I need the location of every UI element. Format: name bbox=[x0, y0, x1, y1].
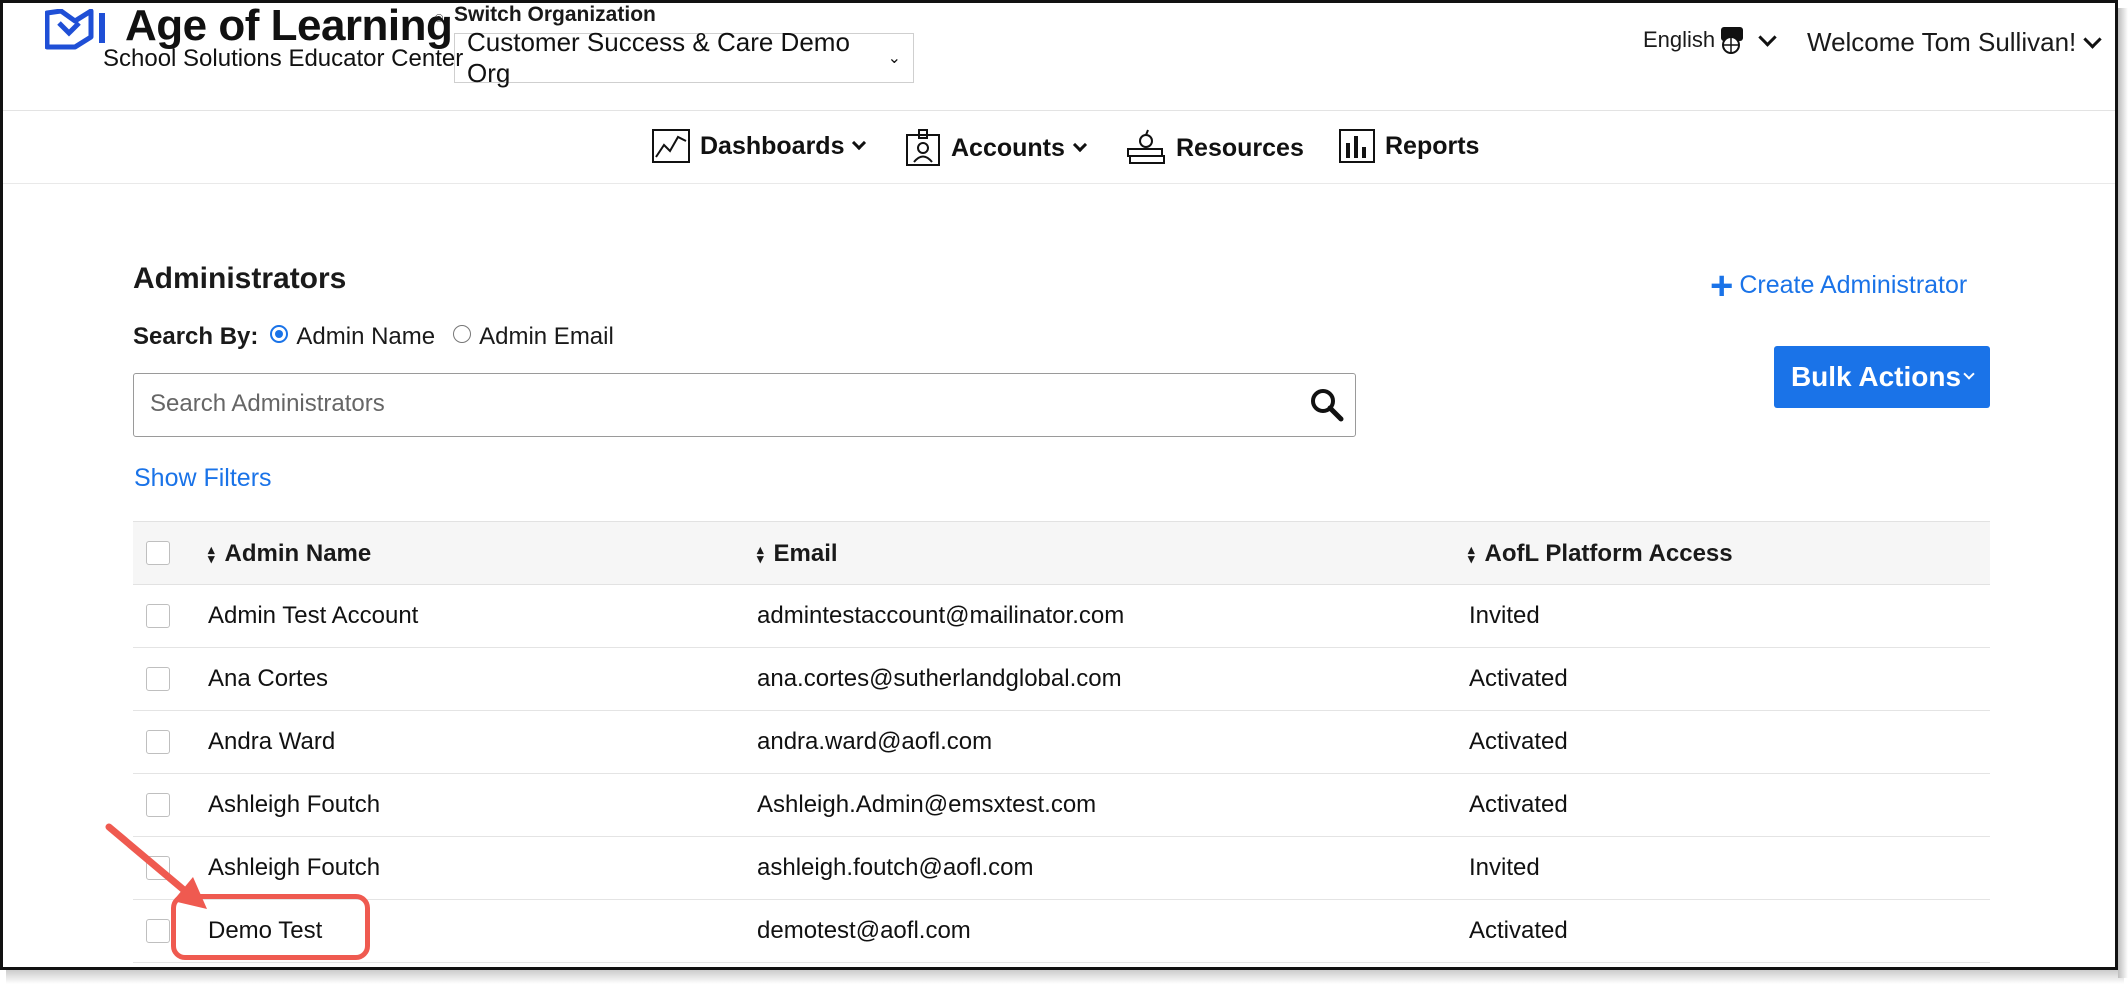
access-cell: Activated bbox=[1469, 665, 1568, 692]
admin-name-cell[interactable]: Admin Test Account bbox=[208, 602, 418, 630]
table-row[interactable]: Ana Cortes ana.cortes@sutherlandglobal.c… bbox=[133, 648, 1990, 711]
chevron-down-icon bbox=[1072, 137, 1087, 153]
access-cell: Invited bbox=[1469, 854, 1540, 881]
search-by-options: Search By: Admin Name Admin Email bbox=[133, 323, 614, 351]
column-label: Email bbox=[773, 540, 838, 567]
radio-label-admin-email[interactable]: Admin Email bbox=[479, 323, 614, 351]
table-header: ▴ ▾ Admin Name ▴ ▾ Email ▴ ▾ AofL Platform … bbox=[133, 521, 1990, 585]
organization-select-value: Customer Success & Care Demo Org bbox=[467, 27, 850, 88]
email-cell: admintestaccount@mailinator.com bbox=[757, 602, 1125, 629]
create-administrator-link[interactable]: + Create Administrator bbox=[1710, 263, 1968, 308]
window-shadow-right bbox=[2118, 8, 2128, 978]
radio-admin-email[interactable] bbox=[453, 325, 472, 343]
nav-item-reports[interactable]: Reports bbox=[1339, 129, 1479, 163]
search-icon[interactable] bbox=[1309, 387, 1345, 423]
column-header-platform-access[interactable]: ▴ ▾ AofL Platform Access bbox=[1468, 540, 1733, 568]
administrators-table: ▴ ▾ Admin Name ▴ ▾ Email ▴ ▾ AofL Platform … bbox=[133, 521, 1990, 963]
admin-name-cell[interactable]: Andra Ward bbox=[208, 728, 335, 756]
email-cell: ashleigh.foutch@aofl.com bbox=[757, 854, 1034, 881]
column-header-email[interactable]: ▴ ▾ Email bbox=[757, 540, 838, 568]
books-apple-icon bbox=[1127, 129, 1165, 164]
bulk-actions-button[interactable]: Bulk Actions bbox=[1774, 346, 1990, 408]
email-cell: Ashleigh.Admin@emsxtest.com bbox=[757, 791, 1097, 818]
nav-item-dashboards[interactable]: Dashboards bbox=[652, 129, 867, 163]
access-cell: Activated bbox=[1469, 791, 1568, 818]
radio-admin-name[interactable] bbox=[270, 325, 289, 343]
nav-item-resources[interactable]: Resources bbox=[1126, 129, 1304, 167]
top-header: Age of Learning ® School Solutions Educa… bbox=[3, 3, 2115, 111]
main-nav: Dashboards Accounts Resources Reports bbox=[3, 111, 2115, 184]
brand-title: Age of Learning bbox=[125, 1, 453, 50]
sort-icon: ▴ ▾ bbox=[1468, 542, 1475, 566]
language-selector[interactable]: English bbox=[1643, 25, 1777, 55]
search-input[interactable] bbox=[134, 374, 1272, 434]
id-badge-icon bbox=[906, 129, 940, 166]
nav-label-accounts: Accounts bbox=[951, 133, 1065, 162]
access-cell: Invited bbox=[1469, 602, 1540, 629]
table-row[interactable]: Ashleigh Foutch ashleigh.foutch@aofl.com… bbox=[133, 837, 1990, 900]
registered-mark: ® bbox=[435, 13, 444, 25]
access-cell: Activated bbox=[1469, 728, 1568, 755]
create-administrator-label: Create Administrator bbox=[1739, 271, 1968, 299]
chevron-down-icon bbox=[1963, 368, 1975, 380]
radio-label-admin-name[interactable]: Admin Name bbox=[296, 323, 435, 351]
column-header-admin-name[interactable]: ▴ ▾ Admin Name bbox=[208, 540, 371, 568]
search-box bbox=[133, 373, 1356, 437]
select-all-checkbox[interactable] bbox=[146, 541, 170, 565]
row-checkbox[interactable] bbox=[146, 604, 170, 628]
show-filters-link[interactable]: Show Filters bbox=[134, 464, 272, 493]
nav-label-reports: Reports bbox=[1385, 131, 1480, 160]
translate-globe-icon bbox=[1721, 27, 1744, 54]
table-row[interactable]: Demo Test demotest@aofl.com Activated bbox=[133, 900, 1990, 963]
bar-chart-icon bbox=[1339, 129, 1375, 163]
table-row[interactable]: Andra Ward andra.ward@aofl.com Activated bbox=[133, 711, 1990, 774]
chevron-down-icon bbox=[852, 135, 867, 151]
row-checkbox[interactable] bbox=[146, 856, 170, 880]
annotation-highlight-box bbox=[171, 894, 370, 960]
organization-select[interactable]: Customer Success & Care Demo Org ⌄ bbox=[454, 27, 914, 88]
table-row[interactable]: Admin Test Account admintestaccount@mail… bbox=[133, 585, 1990, 648]
email-cell: ana.cortes@sutherlandglobal.com bbox=[757, 665, 1122, 692]
admin-name-cell[interactable]: Ana Cortes bbox=[208, 665, 328, 693]
email-cell: demotest@aofl.com bbox=[757, 917, 971, 944]
chevron-down-icon bbox=[1758, 27, 1777, 47]
language-label: English bbox=[1643, 27, 1716, 52]
row-checkbox[interactable] bbox=[146, 793, 170, 817]
admin-name-cell[interactable]: Ashleigh Foutch bbox=[208, 791, 380, 819]
access-cell: Activated bbox=[1469, 917, 1568, 944]
chevron-down-icon bbox=[2083, 30, 2102, 49]
page-title: Administrators bbox=[133, 262, 347, 295]
row-checkbox[interactable] bbox=[146, 919, 170, 943]
row-checkbox[interactable] bbox=[146, 730, 170, 754]
welcome-text: Welcome Tom Sullivan! bbox=[1807, 27, 2077, 57]
email-cell: andra.ward@aofl.com bbox=[757, 728, 993, 755]
switch-organization-label: Switch Organization bbox=[454, 3, 656, 26]
sort-icon: ▴ ▾ bbox=[757, 542, 764, 566]
nav-item-accounts[interactable]: Accounts bbox=[905, 129, 1087, 167]
search-by-label: Search By: bbox=[133, 323, 259, 350]
column-label: AofL Platform Access bbox=[1484, 540, 1733, 567]
plus-icon: + bbox=[1710, 263, 1734, 308]
nav-label-resources: Resources bbox=[1176, 133, 1304, 162]
chart-icon bbox=[652, 129, 690, 163]
table-row[interactable]: Ashleigh Foutch Ashleigh.Admin@emsxtest.… bbox=[133, 774, 1990, 837]
user-menu[interactable]: Welcome Tom Sullivan! bbox=[1807, 27, 2102, 58]
sort-icon: ▴ ▾ bbox=[208, 542, 215, 566]
nav-label-dashboards: Dashboards bbox=[700, 131, 845, 160]
brand-subtitle: School Solutions Educator Center bbox=[103, 45, 464, 72]
row-checkbox[interactable] bbox=[146, 667, 170, 691]
app-window: Age of Learning ® School Solutions Educa… bbox=[0, 0, 2118, 970]
bulk-actions-label: Bulk Actions bbox=[1790, 361, 1962, 392]
admin-name-cell[interactable]: Ashleigh Foutch bbox=[208, 854, 380, 882]
chevron-down-icon: ⌄ bbox=[887, 50, 901, 67]
column-label: Admin Name bbox=[224, 540, 372, 567]
